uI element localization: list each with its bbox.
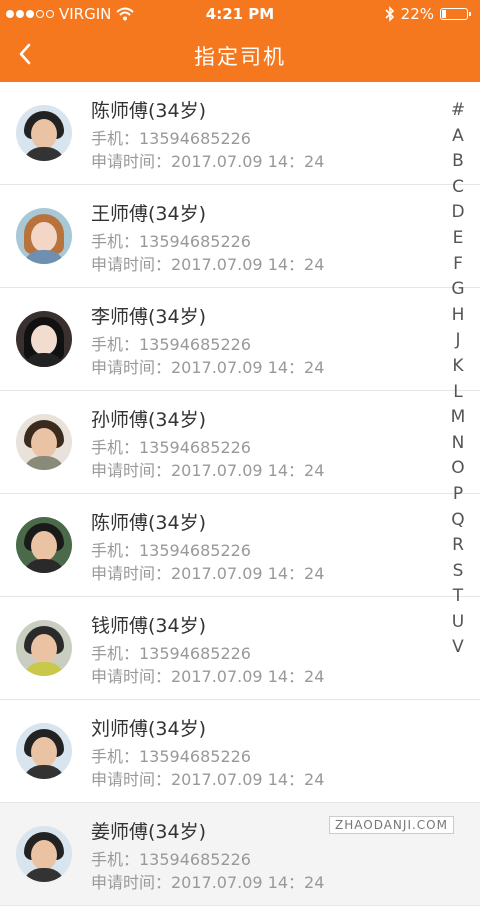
driver-name: 李师傅(34岁) [91, 306, 207, 328]
driver-phone: 手机：13594685226 [91, 232, 251, 251]
avatar [16, 105, 72, 161]
apply-time: 申请时间：2017.07.09 14：24 [91, 873, 325, 892]
index-letter-b[interactable]: B [448, 149, 468, 175]
driver-name: 王师傅(34岁) [91, 203, 207, 225]
battery-tip [469, 12, 471, 16]
index-letter-v[interactable]: V [448, 635, 468, 661]
driver-phone: 手机：13594685226 [91, 541, 251, 560]
avatar [16, 723, 72, 779]
avatar [16, 826, 72, 882]
index-letter-e[interactable]: E [448, 226, 468, 252]
index-letter-t[interactable]: T [448, 584, 468, 610]
apply-time: 申请时间：2017.07.09 14：24 [91, 358, 325, 377]
apply-time: 申请时间：2017.07.09 14：24 [91, 255, 325, 274]
status-bar: VIRGIN 4:21 PM 22% [0, 0, 480, 28]
index-letter-g[interactable]: G [448, 277, 468, 303]
index-letter-l[interactable]: L [448, 380, 468, 406]
driver-name: 姜师傅(34岁) [91, 821, 207, 843]
avatar [16, 414, 72, 470]
apply-time: 申请时间：2017.07.09 14：24 [91, 564, 325, 583]
driver-phone: 手机：13594685226 [91, 129, 251, 148]
driver-phone: 手机：13594685226 [91, 747, 251, 766]
driver-row[interactable]: 刘师傅(34岁) 手机：13594685226 申请时间：2017.07.09 … [0, 700, 480, 803]
driver-row[interactable]: 钱师傅(34岁) 手机：13594685226 申请时间：2017.07.09 … [0, 597, 480, 700]
index-letter-o[interactable]: O [448, 456, 468, 482]
index-letter-n[interactable]: N [448, 431, 468, 457]
index-letter-d[interactable]: D [448, 200, 468, 226]
driver-phone: 手机：13594685226 [91, 644, 251, 663]
apply-time: 申请时间：2017.07.09 14：24 [91, 770, 325, 789]
index-letter-f[interactable]: F [448, 252, 468, 278]
battery-percent: 22% [400, 5, 434, 23]
index-letter-hash[interactable]: # [448, 98, 468, 124]
index-letter-j[interactable]: J [448, 328, 468, 354]
driver-row[interactable]: 王师傅(34岁) 手机：13594685226 申请时间：2017.07.09 … [0, 185, 480, 288]
page-title: 指定司机 [194, 45, 286, 69]
apply-time: 申请时间：2017.07.09 14：24 [91, 152, 325, 171]
driver-phone: 手机：13594685226 [91, 438, 251, 457]
index-letter-q[interactable]: Q [448, 508, 468, 534]
app-header: VIRGIN 4:21 PM 22% 指定司机 [0, 0, 480, 82]
avatar [16, 620, 72, 676]
driver-name: 孙师傅(34岁) [91, 409, 207, 431]
index-letter-k[interactable]: K [448, 354, 468, 380]
index-letter-p[interactable]: P [448, 482, 468, 508]
index-letter-c[interactable]: C [448, 175, 468, 201]
driver-name: 钱师傅(34岁) [91, 615, 207, 637]
status-right: 22% [385, 5, 471, 23]
driver-name: 陈师傅(34岁) [91, 512, 207, 534]
watermark: ZHAODANJI.COM [329, 816, 454, 834]
index-letter-a[interactable]: A [448, 124, 468, 150]
avatar [16, 517, 72, 573]
driver-name: 陈师傅(34岁) [91, 100, 207, 122]
driver-row[interactable]: 李师傅(34岁) 手机：13594685226 申请时间：2017.07.09 … [0, 288, 480, 391]
driver-row[interactable]: 陈师傅(34岁) 手机：13594685226 申请时间：2017.07.09 … [0, 82, 480, 185]
bluetooth-icon [385, 6, 394, 22]
apply-time: 申请时间：2017.07.09 14：24 [91, 667, 325, 686]
driver-row[interactable]: 陈师傅(34岁) 手机：13594685226 申请时间：2017.07.09 … [0, 494, 480, 597]
driver-phone: 手机：13594685226 [91, 850, 251, 869]
alphabet-index[interactable]: # A B C D E F G H J K L M N O P Q R S T U V [448, 98, 468, 661]
index-letter-h[interactable]: H [448, 303, 468, 329]
driver-list: 陈师傅(34岁) 手机：13594685226 申请时间：2017.07.09 … [0, 82, 480, 906]
driver-phone: 手机：13594685226 [91, 335, 251, 354]
driver-row[interactable]: 孙师傅(34岁) 手机：13594685226 申请时间：2017.07.09 … [0, 391, 480, 494]
avatar [16, 208, 72, 264]
battery-icon [440, 8, 471, 20]
index-letter-u[interactable]: U [448, 610, 468, 636]
apply-time: 申请时间：2017.07.09 14：24 [91, 461, 325, 480]
index-letter-r[interactable]: R [448, 533, 468, 559]
battery-level [442, 10, 446, 18]
nav-bar: 指定司机 [0, 28, 480, 82]
avatar [16, 311, 72, 367]
index-letter-m[interactable]: M [448, 405, 468, 431]
index-letter-s[interactable]: S [448, 559, 468, 585]
driver-name: 刘师傅(34岁) [91, 718, 207, 740]
